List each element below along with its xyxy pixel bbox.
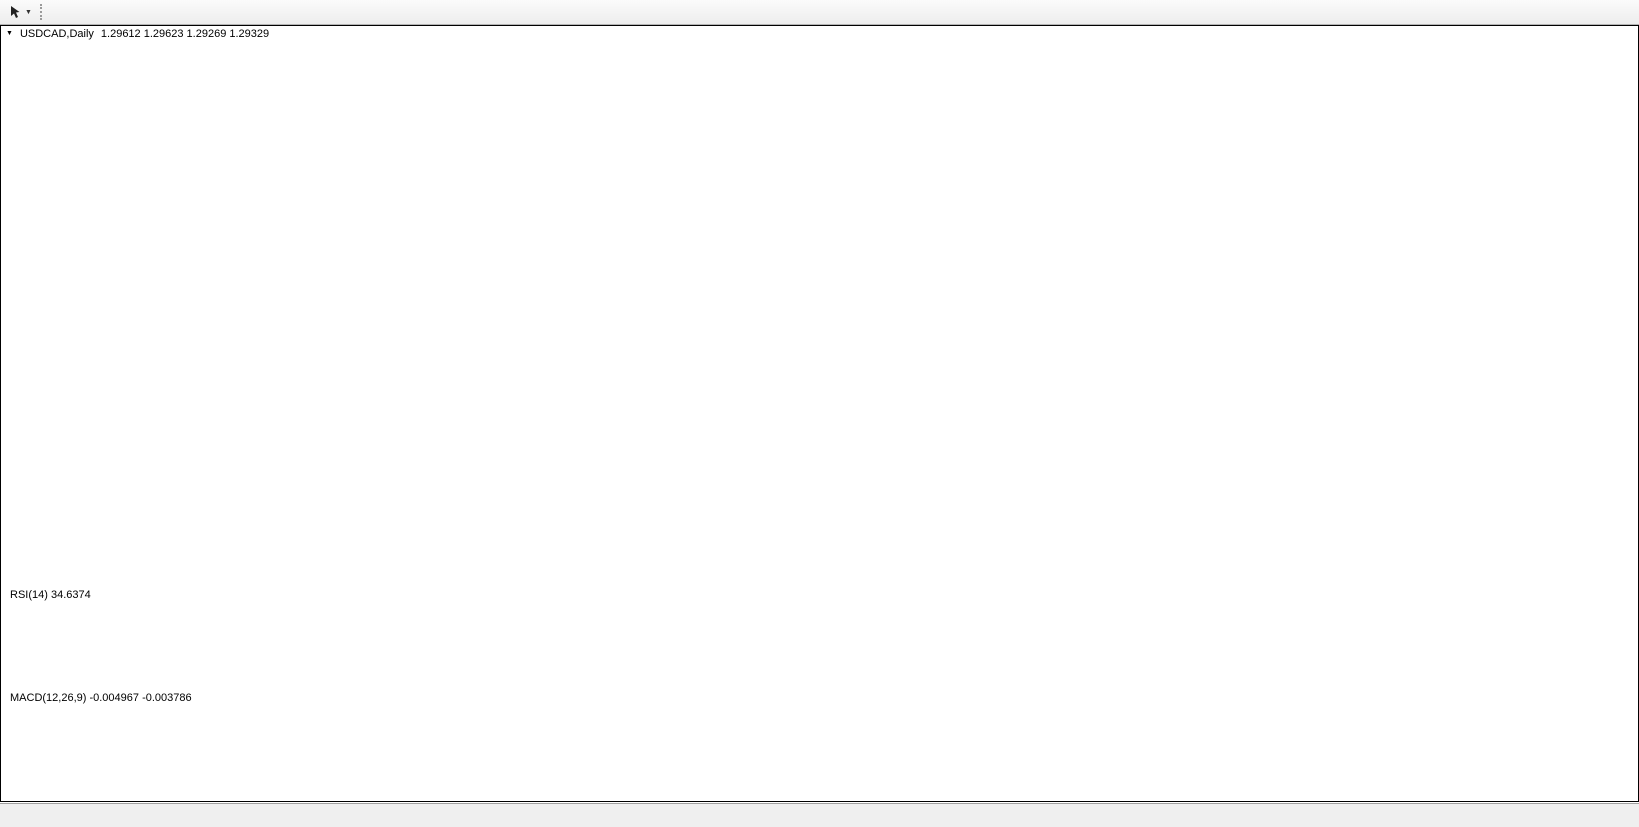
rsi-indicator-label: RSI(14) 34.6374 bbox=[10, 589, 91, 601]
chart-canvas[interactable] bbox=[0, 0, 1639, 801]
symbol-tab-bar bbox=[0, 803, 1639, 827]
macd-indicator-label: MACD(12,26,9) -0.004967 -0.003786 bbox=[10, 692, 192, 704]
trading-terminal: ▼ ▼ USDCAD,Daily 1.29612 1.29623 1.29269… bbox=[0, 0, 1639, 827]
tab-bar-spacer bbox=[0, 804, 18, 827]
